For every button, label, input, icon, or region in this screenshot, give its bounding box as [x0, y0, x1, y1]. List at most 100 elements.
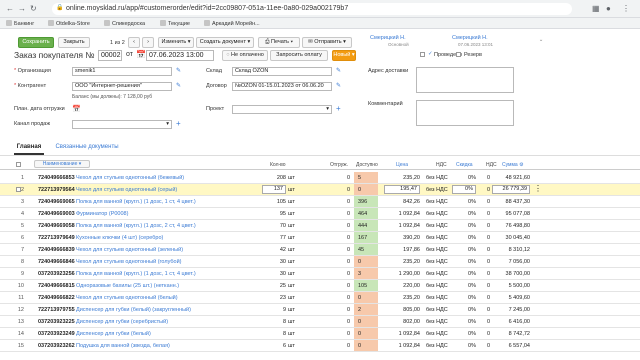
column-price-header[interactable]: Цена: [396, 162, 408, 168]
product-name[interactable]: Фурминатор (P0008): [76, 211, 262, 217]
product-name[interactable]: Чехол для стульев однотонный (бежевый): [76, 175, 262, 181]
discount-value[interactable]: 0%: [452, 199, 476, 205]
bookmark-otdelka[interactable]: Otdelka-Store: [48, 20, 90, 27]
table-row[interactable]: 11 724049666822 Чехол для стульев однотонн…: [0, 292, 640, 304]
product-code[interactable]: 724049666839: [38, 247, 75, 253]
qty-value[interactable]: 8: [262, 331, 286, 337]
project-select[interactable]: ▾: [232, 105, 332, 114]
product-name[interactable]: Полка для ванной (кругл.) (1 дозс, 1 ст,…: [76, 271, 262, 277]
qty-value[interactable]: 77: [262, 235, 286, 241]
profile-icon[interactable]: ●: [606, 4, 611, 13]
price-value[interactable]: 235,20: [384, 259, 420, 265]
product-code[interactable]: 037203923262: [38, 343, 75, 349]
product-code[interactable]: 724049669058: [38, 223, 75, 229]
order-date-input[interactable]: 07.06.2023 13:00: [146, 50, 214, 61]
column-qty-header[interactable]: Кол-во: [270, 162, 286, 168]
create-document-dropdown[interactable]: Создать документ ▾: [196, 37, 254, 48]
add-channel-icon[interactable]: +: [176, 120, 181, 128]
price-value[interactable]: 805,00: [384, 307, 420, 313]
product-code[interactable]: 037203923249: [38, 331, 75, 337]
vat-value[interactable]: без НДС: [426, 211, 448, 217]
unpaid-status[interactable]: ○ Не оплачено: [222, 50, 268, 61]
qty-value[interactable]: 95: [262, 211, 286, 217]
product-code[interactable]: 722713979564: [38, 187, 75, 193]
product-name[interactable]: Кухонные ключки (4 шт) (серебро): [76, 235, 262, 241]
price-value[interactable]: 235,20: [384, 175, 420, 181]
product-code[interactable]: 724049666853: [38, 175, 75, 181]
product-name[interactable]: Одноразовые бахилы (25 шт.) (нетканн.): [76, 283, 262, 289]
qty-value[interactable]: 70: [262, 223, 286, 229]
discount-value[interactable]: 0%: [452, 223, 476, 229]
qty-value[interactable]: 6: [262, 343, 286, 349]
table-row[interactable]: 15 037203923262 Подушка для ванной (звезда…: [0, 340, 640, 352]
qty-value[interactable]: 30: [262, 271, 286, 277]
qty-value[interactable]: 30: [262, 259, 286, 265]
editor-name[interactable]: Смерицкий Н.: [452, 35, 488, 41]
edit-pencil-icon[interactable]: ✎: [336, 82, 341, 89]
product-code[interactable]: 037203923256: [38, 271, 75, 277]
table-row[interactable]: 3 724049669065 Полка для ванной (кругл.) (…: [0, 196, 640, 208]
price-value[interactable]: 1 290,00: [384, 271, 420, 277]
close-button[interactable]: Закрыть: [58, 37, 90, 48]
counterparty-input[interactable]: ООО "Интернет-решения": [72, 82, 172, 91]
discount-value[interactable]: 0%: [452, 283, 476, 289]
menu-icon[interactable]: ⋮: [622, 4, 630, 13]
table-row[interactable]: 8 724049666846 Чехол для стульев однотонны…: [0, 256, 640, 268]
vat-value[interactable]: без НДС: [426, 247, 448, 253]
table-row[interactable]: 4 724049669003 Фурминатор (P0008) 95 шт 0 464 1…: [0, 208, 640, 220]
product-name[interactable]: Чехол для стульев однотонный (зеленый): [76, 247, 262, 253]
next-button[interactable]: ›: [142, 37, 154, 48]
edit-pencil-icon[interactable]: ✎: [176, 67, 181, 74]
qty-value[interactable]: 9: [262, 307, 286, 313]
back-icon[interactable]: ←: [6, 4, 14, 13]
discount-value[interactable]: 0%: [452, 259, 476, 265]
price-value[interactable]: 1 092,84: [384, 331, 420, 337]
column-shipped-header[interactable]: Отгруж.: [330, 162, 348, 168]
column-name-header[interactable]: Наименование ▾: [34, 160, 90, 168]
product-code[interactable]: 724049669065: [38, 199, 75, 205]
organization-input[interactable]: smenik1: [72, 67, 172, 76]
product-name[interactable]: Чехол для стульев однотонный (голубой): [76, 259, 262, 265]
send-dropdown[interactable]: ✉ Отправить ▾: [302, 37, 352, 48]
vat-value[interactable]: без НДС: [426, 187, 448, 193]
url-input[interactable]: 🔒 online.moysklad.ru/app/#customerorder/…: [52, 3, 572, 15]
price-value[interactable]: 1 092,84: [384, 211, 420, 217]
discount-input[interactable]: 0%: [452, 185, 476, 194]
product-code[interactable]: 722713979649: [38, 235, 75, 241]
bookmark-banking[interactable]: Банкинг: [6, 20, 34, 27]
edit-dropdown[interactable]: Изменить ▾: [158, 37, 194, 48]
product-code[interactable]: 724049666822: [38, 295, 75, 301]
column-available-header[interactable]: Доступно: [356, 162, 378, 168]
qty-value[interactable]: 23: [262, 295, 286, 301]
vat-value[interactable]: без НДС: [426, 223, 448, 229]
price-value[interactable]: 220,00: [384, 283, 420, 289]
vat-value[interactable]: без НДС: [426, 283, 448, 289]
discount-value[interactable]: 0%: [452, 235, 476, 241]
column-sum-header[interactable]: Сумма ⚙: [502, 162, 524, 168]
vat-value[interactable]: без НДС: [426, 235, 448, 241]
product-code[interactable]: 724049666846: [38, 259, 75, 265]
edit-pencil-icon[interactable]: ✎: [176, 82, 181, 89]
table-row[interactable]: 2 722713979564 Чехол для стульев однотонны…: [0, 184, 640, 196]
table-row[interactable]: 5 724049669058 Полка для ванной (кругл.) (…: [0, 220, 640, 232]
calendar-icon[interactable]: 📅: [72, 105, 81, 113]
row-menu-icon[interactable]: ⋮: [534, 184, 542, 193]
sum-input[interactable]: 26 779,39: [492, 185, 530, 194]
tab-related-documents[interactable]: Связанные документы: [52, 144, 122, 155]
vat-value[interactable]: без НДС: [426, 343, 448, 349]
extensions-icon[interactable]: ▦: [592, 4, 600, 13]
discount-value[interactable]: 0%: [452, 319, 476, 325]
reserve-checkbox[interactable]: [456, 52, 461, 57]
warehouse-input[interactable]: Склад OZON: [232, 67, 332, 76]
discount-value[interactable]: 0%: [452, 295, 476, 301]
product-name[interactable]: Полка для ванной (кругл.) (1 дозс, 1 ст,…: [76, 199, 262, 205]
bookmark-current[interactable]: Текущие: [160, 20, 190, 27]
table-row[interactable]: 10 724049666815 Одноразовые бахилы (25 шт.…: [0, 280, 640, 292]
price-value[interactable]: 235,20: [384, 295, 420, 301]
product-code[interactable]: 037203923225: [38, 319, 75, 325]
qty-value[interactable]: 42: [262, 247, 286, 253]
forward-icon[interactable]: →: [18, 4, 26, 13]
status-dropdown[interactable]: Новый ▾: [332, 50, 356, 61]
product-name[interactable]: Диспенсер для губки (серебристый): [76, 319, 262, 325]
vat-value[interactable]: без НДС: [426, 259, 448, 265]
